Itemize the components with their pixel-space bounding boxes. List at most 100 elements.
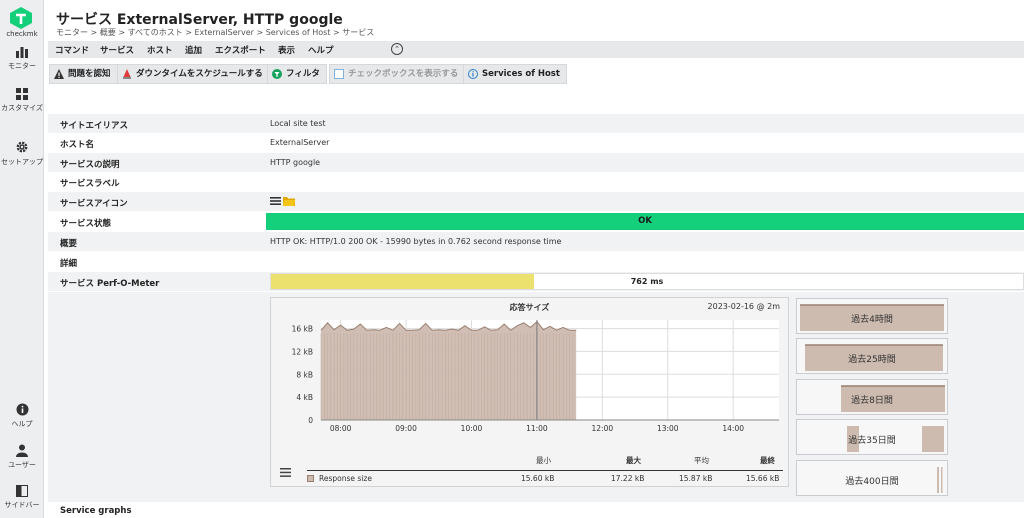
- checkbox-icon: [334, 69, 344, 79]
- host-name-label: ホスト名: [60, 140, 95, 150]
- menu-bar: コマンド サービス ホスト 追加 エクスポート 表示 ヘルプ ⌃: [48, 41, 1024, 58]
- y-tick-label: 0: [308, 416, 313, 425]
- info-circle-icon: [468, 69, 478, 79]
- nav-monitor-label: モニター: [8, 62, 36, 70]
- service-state-label: サービス状態: [60, 219, 112, 229]
- legend-min: 15.60 kB: [521, 474, 555, 483]
- y-tick-label: 8 kB: [296, 370, 313, 379]
- response-size-chart: 0 4 kB 8 kB 12 kB 16 kB 08:00 09:00 10:00 11:00 1…: [292, 320, 779, 433]
- grid-icon: [16, 88, 28, 100]
- service-description-label: サービスの説明: [60, 160, 120, 170]
- nav-user[interactable]: ユーザー: [0, 444, 44, 470]
- menu-display[interactable]: 表示: [278, 44, 295, 56]
- logo-text: checkmk: [6, 30, 38, 38]
- legend-header-min: 最小: [536, 456, 551, 465]
- nav-sidebar-label: サイドバー: [4, 501, 40, 509]
- menu-icon[interactable]: [270, 196, 281, 206]
- downtime-label: ダウンタイムをスケジュールする: [136, 69, 263, 79]
- legend-avg: 15.87 kB: [679, 474, 713, 483]
- graph-menu-icon[interactable]: [280, 468, 291, 477]
- summary-label: 概要: [60, 239, 78, 249]
- response-size-graph[interactable]: 応答サイズ 2023-02-16 @ 2m 04 kB 8 kB 12 kB 16 k…: [270, 297, 789, 487]
- filter-label: フィルタ: [286, 69, 320, 79]
- checkboxes-label: チェックボックスを表示する: [348, 69, 459, 79]
- show-checkboxes-button[interactable]: チェックボックスを表示する: [329, 64, 466, 84]
- mini-graph-25h[interactable]: 過去25時間: [796, 338, 948, 374]
- menu-hosts[interactable]: ホスト: [147, 44, 173, 56]
- mini-graph-4h[interactable]: 過去4時間: [796, 298, 948, 334]
- service-state-badge: OK: [266, 213, 1024, 230]
- mini-graph-4h-label: 過去4時間: [851, 315, 893, 325]
- nav-help[interactable]: ヘルプ: [0, 403, 44, 429]
- x-tick-label: 08:00: [330, 424, 352, 433]
- checkmk-logo-icon[interactable]: [8, 6, 34, 30]
- nav-monitor[interactable]: モニター: [0, 46, 44, 71]
- sidebar-icon: [16, 485, 28, 497]
- service-labels-label: サービスラベル: [60, 179, 120, 189]
- menu-services[interactable]: サービス: [100, 44, 134, 56]
- nav-setup[interactable]: セットアップ: [0, 140, 44, 167]
- row-site-alias: サイトエイリアス Local site test: [48, 114, 1024, 133]
- site-alias-value: Local site test: [270, 119, 326, 128]
- left-navigation: checkmk モニター カスタマイズ セットアップ ヘルプ ユーザー サイドバ…: [0, 0, 44, 518]
- perf-o-meter-value: 762 ms: [630, 277, 664, 286]
- menu-export[interactable]: エクスポート: [215, 44, 266, 56]
- downtime-icon: [123, 69, 131, 79]
- host-name-value[interactable]: ExternalServer: [270, 138, 329, 147]
- mini-graph-8d-label: 過去8日間: [851, 396, 893, 406]
- page-title: サービス ExternalServer, HTTP google: [56, 12, 343, 28]
- legend-divider: [307, 470, 783, 471]
- services-of-host-button[interactable]: Services of Host: [463, 64, 567, 84]
- nav-customize[interactable]: カスタマイズ: [0, 88, 44, 113]
- nav-customize-label: カスタマイズ: [1, 104, 43, 112]
- gear-icon: [16, 141, 28, 153]
- folder-icon[interactable]: [283, 195, 295, 206]
- legend-series-name: Response size: [319, 474, 372, 483]
- legend-header-avg: 平均: [694, 456, 709, 465]
- y-tick-label: 16 kB: [292, 325, 313, 334]
- x-tick-label: 13:00: [657, 424, 679, 433]
- legend-last: 15.66 kB: [746, 474, 780, 483]
- menu-commands[interactable]: コマンド: [55, 44, 89, 56]
- nav-sidebar[interactable]: サイドバー: [0, 485, 44, 510]
- row-service-state: サービス状態 OK: [48, 212, 1024, 231]
- row-summary: 概要 HTTP OK: HTTP/1.0 200 OK - 15990 byte…: [48, 232, 1024, 251]
- mini-graph-35d[interactable]: 過去35日間: [796, 419, 948, 455]
- nav-user-label: ユーザー: [8, 461, 36, 469]
- row-details: 詳細: [48, 252, 1024, 271]
- filter-icon: [272, 69, 282, 79]
- x-tick-label: 11:00: [526, 424, 548, 433]
- row-perf-o-meter: サービス Perf-O-Meter 762 ms: [48, 272, 1024, 291]
- row-service-labels: サービスラベル: [48, 172, 1024, 191]
- collapse-menu-icon[interactable]: ⌃: [391, 43, 403, 55]
- row-service-description: サービスの説明 HTTP google: [48, 153, 1024, 172]
- menu-help[interactable]: ヘルプ: [308, 44, 334, 56]
- breadcrumb[interactable]: モニター > 概要 > すべてのホスト > ExternalServer > S…: [56, 27, 374, 38]
- mini-graph-400d-label: 過去400日間: [845, 477, 899, 487]
- row-service-icons: サービスアイコン: [48, 192, 1024, 211]
- perf-o-meter[interactable]: 762 ms: [270, 273, 1024, 290]
- service-description-value[interactable]: HTTP google: [270, 158, 320, 167]
- summary-value: HTTP OK: HTTP/1.0 200 OK - 15990 bytes i…: [270, 237, 562, 246]
- acknowledge-button[interactable]: 問題を認知: [49, 64, 118, 84]
- nav-setup-label: セットアップ: [1, 158, 43, 166]
- y-tick-label: 12 kB: [292, 347, 313, 356]
- menu-add[interactable]: 追加: [185, 44, 202, 56]
- filter-button[interactable]: フィルタ: [267, 64, 327, 84]
- service-graphs-title: Service graphs: [60, 506, 132, 516]
- x-tick-label: 14:00: [722, 424, 744, 433]
- info-icon: [16, 403, 28, 416]
- x-tick-label: 09:00: [395, 424, 417, 433]
- mini-graph-8d[interactable]: 過去8日間: [796, 379, 948, 415]
- x-tick-label: 10:00: [461, 424, 483, 433]
- schedule-downtime-button[interactable]: ダウンタイムをスケジュールする: [117, 64, 270, 84]
- y-tick-label: 4 kB: [296, 393, 313, 402]
- warning-icon: [54, 69, 64, 79]
- mini-graph-35d-label: 過去35日間: [848, 436, 896, 446]
- site-alias-label: サイトエイリアス: [60, 121, 129, 131]
- legend-max: 17.22 kB: [611, 474, 645, 483]
- legend-header-max: 最大: [626, 456, 641, 465]
- mini-graph-400d[interactable]: 過去400日間: [796, 460, 948, 496]
- mini-graph-25h-label: 過去25時間: [848, 355, 896, 365]
- acknowledge-label: 問題を認知: [68, 69, 111, 79]
